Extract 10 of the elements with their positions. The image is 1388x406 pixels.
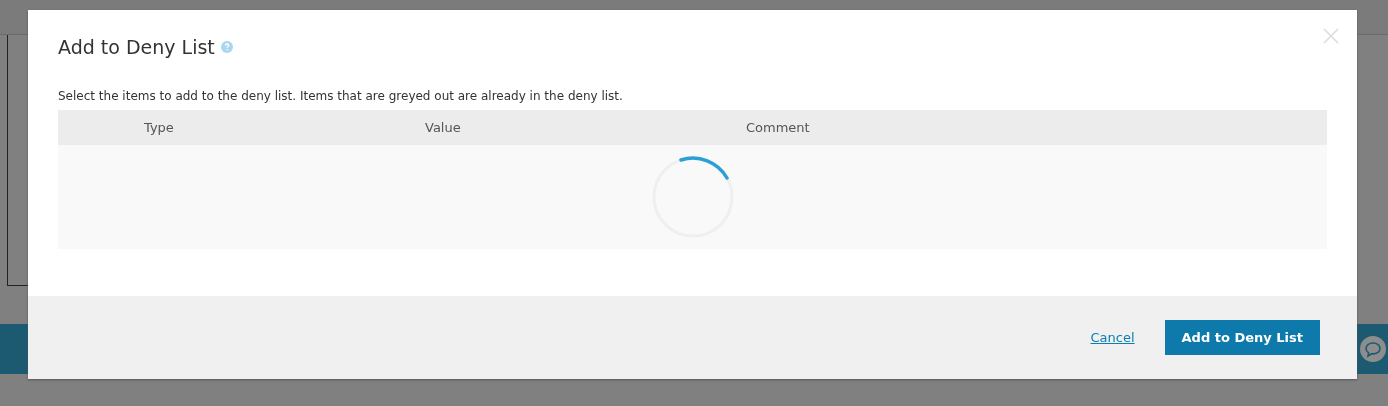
- cancel-link[interactable]: Cancel: [1090, 330, 1135, 345]
- close-icon[interactable]: [1323, 28, 1339, 44]
- chat-icon[interactable]: [1360, 336, 1386, 362]
- add-button[interactable]: Add to Deny List: [1164, 320, 1320, 355]
- dialog-title: Add to Deny List: [58, 36, 215, 58]
- help-icon[interactable]: [220, 41, 233, 53]
- column-header: Comment: [746, 120, 810, 135]
- instruction-text: Select the items to add to the deny list. Items that are greyed out are already in the deny list.: [58, 89, 624, 105]
- column-header: Value: [425, 120, 461, 135]
- column-header: Type: [144, 120, 174, 135]
